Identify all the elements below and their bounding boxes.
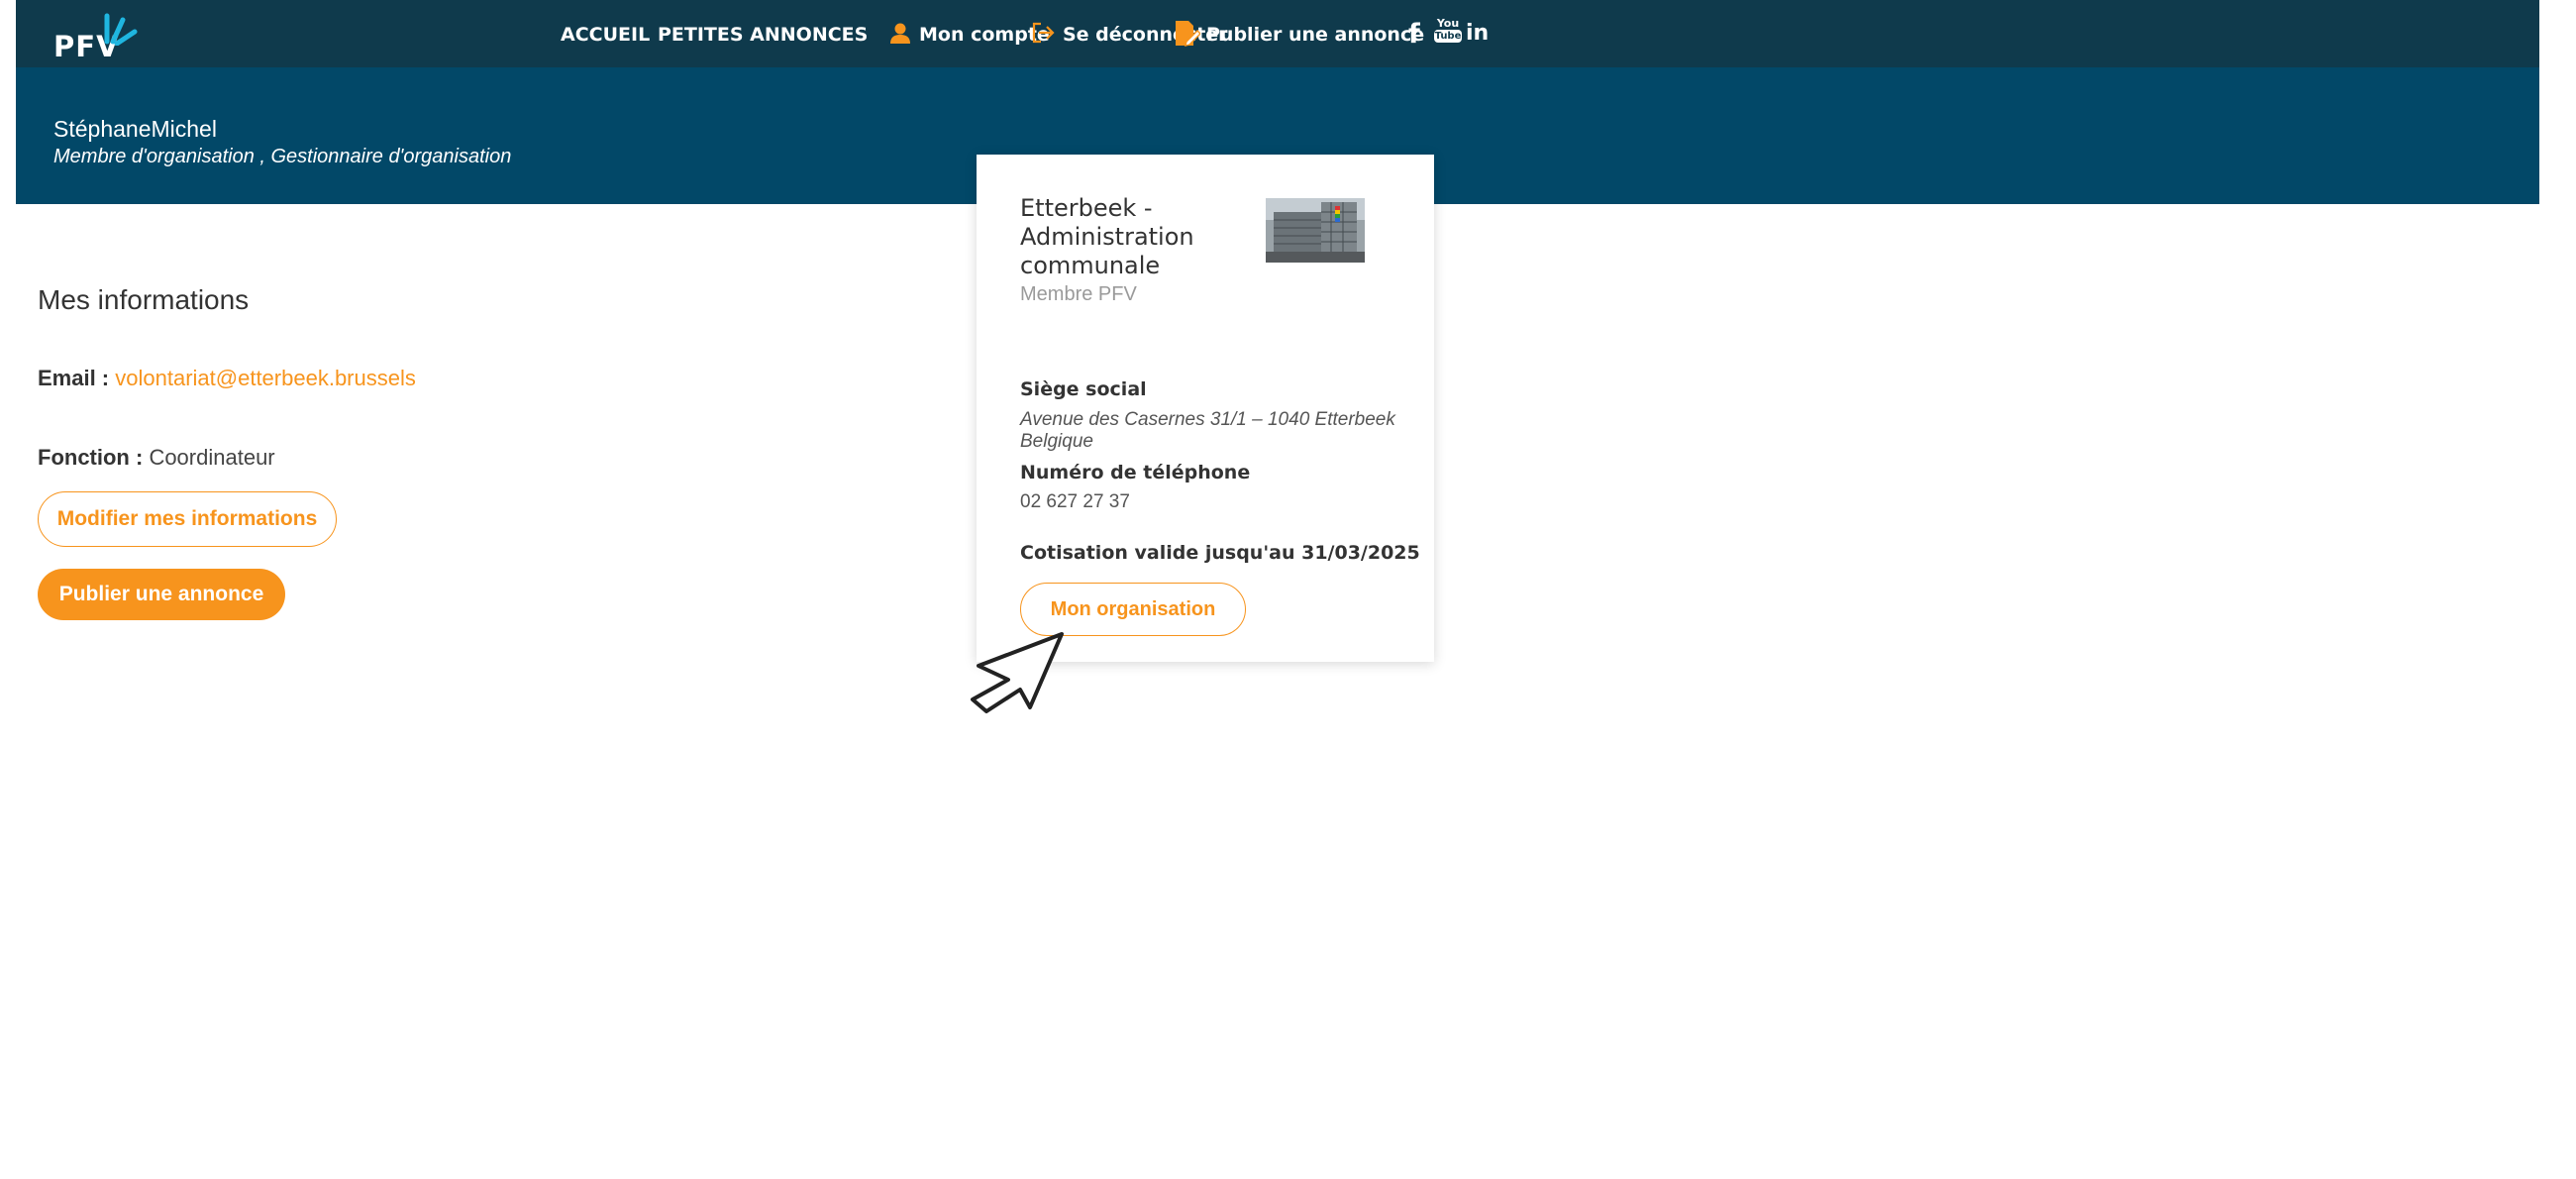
youtube-bottom-text: Tube [1434,30,1462,43]
linkedin-icon[interactable]: in [1466,21,1489,46]
membership-status: Membre PFV [1020,283,1137,305]
organization-photo [1266,198,1365,263]
function-row: Fonction : Coordinateur [38,445,275,471]
youtube-top-text: You [1436,17,1460,30]
email-row: Email : volontariat@etterbeek.brussels [38,366,416,391]
top-navigation-bar: PFV ACCUEIL PETITES ANNONCES Mon compte … [16,0,2539,67]
phone-value: 02 627 27 37 [1020,491,1130,512]
nav-link-publish[interactable]: Publier une annonce [1206,24,1424,46]
logout-icon [1032,22,1056,49]
nav-link-account[interactable]: Mon compte [919,24,1050,46]
section-title: Mes informations [38,284,250,315]
nav-link-home[interactable]: ACCUEIL [561,24,650,46]
nav-link-logout[interactable]: Se déconnecter [1063,24,1228,46]
pfv-logo[interactable]: PFV [53,12,153,63]
organization-card: Etterbeek - Administration communale Mem… [977,155,1434,662]
youtube-icon[interactable]: You Tube [1434,18,1462,43]
email-label: Email : [38,366,110,390]
email-link[interactable]: volontariat@etterbeek.brussels [115,366,416,390]
nav-link-ads[interactable]: PETITES ANNONCES [658,24,868,46]
phone-label: Numéro de téléphone [1020,462,1251,483]
user-name: StéphaneMichel [53,116,217,142]
function-label: Fonction : [38,445,144,470]
user-roles: Membre d'organisation , Gestionnaire d'o… [53,146,512,167]
edit-document-icon [1173,20,1201,53]
mouse-pointer-icon [971,632,1064,713]
function-value: Coordinateur [149,445,275,470]
organization-name: Etterbeek - Administration communale [1020,194,1194,279]
subscription-status: Cotisation valide jusqu'au 31/03/2025 [1020,542,1420,564]
hq-address: Avenue des Casernes 31/1 – 1040 Etterbee… [1020,409,1395,452]
edit-info-button[interactable]: Modifier mes informations [38,491,337,547]
publish-ad-button[interactable]: Publier une annonce [38,569,285,620]
hq-label: Siège social [1020,378,1147,400]
user-icon [889,22,911,49]
logo-rays-icon [104,13,138,46]
facebook-icon[interactable]: f [1408,19,1420,50]
